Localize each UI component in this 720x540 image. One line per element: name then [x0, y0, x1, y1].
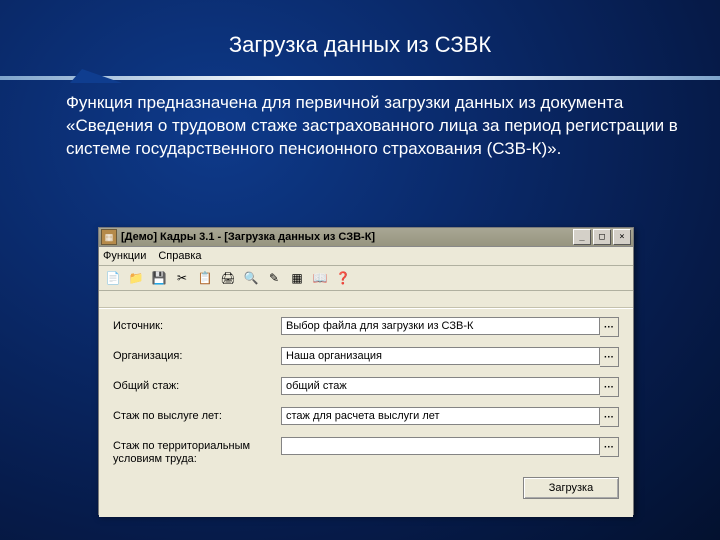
accent-wedge [70, 69, 122, 83]
browse-org-button[interactable]: ··· [600, 347, 619, 367]
menu-functions[interactable]: Функции [103, 250, 146, 262]
search-icon[interactable]: 🔍 [241, 268, 261, 288]
close-button[interactable]: × [613, 229, 631, 245]
grid-icon[interactable]: ▦ [287, 268, 307, 288]
field-row-org: Организация: ··· [113, 347, 619, 367]
input-territorial[interactable] [281, 437, 600, 455]
help-icon[interactable]: ❓ [333, 268, 353, 288]
menu-help[interactable]: Справка [158, 250, 201, 262]
toolbar: 📄 📁 💾 ✂ 📋 🖨 🔍 ✎ ▦ 📖 ❓ [99, 266, 633, 291]
window-title: [Демо] Кадры 3.1 - [Загрузка данных из С… [121, 231, 571, 243]
field-row-source: Источник: ··· [113, 317, 619, 337]
slide-title: Загрузка данных из СЗВК [0, 0, 720, 58]
titlebar: ▦ [Демо] Кадры 3.1 - [Загрузка данных из… [99, 228, 633, 247]
print-icon[interactable]: 🖨 [218, 268, 238, 288]
browse-total-button[interactable]: ··· [600, 377, 619, 397]
app-window: ▦ [Демо] Кадры 3.1 - [Загрузка данных из… [98, 227, 634, 515]
divider-top [99, 307, 633, 309]
input-source[interactable] [281, 317, 600, 335]
browse-territorial-button[interactable]: ··· [600, 437, 619, 457]
field-row-service: Стаж по выслуге лет: ··· [113, 407, 619, 427]
accent-bar [0, 76, 720, 80]
cut-icon[interactable]: ✂ [172, 268, 192, 288]
new-icon[interactable]: 📄 [103, 268, 123, 288]
slide-description: Функция предназначена для первичной загр… [0, 80, 720, 161]
field-row-total: Общий стаж: ··· [113, 377, 619, 397]
app-icon: ▦ [101, 229, 117, 245]
label-total: Общий стаж: [113, 377, 281, 393]
open-icon[interactable]: 📁 [126, 268, 146, 288]
paste-icon[interactable]: 📋 [195, 268, 215, 288]
minimize-button[interactable]: _ [573, 229, 591, 245]
label-territorial: Стаж по территориальным условиям труда: [113, 437, 281, 466]
input-total[interactable] [281, 377, 600, 395]
maximize-button[interactable]: □ [593, 229, 611, 245]
label-source: Источник: [113, 317, 281, 333]
save-icon[interactable]: 💾 [149, 268, 169, 288]
field-row-territorial: Стаж по территориальным условиям труда: … [113, 437, 619, 466]
browse-service-button[interactable]: ··· [600, 407, 619, 427]
menubar: Функции Справка [99, 247, 633, 266]
label-org: Организация: [113, 347, 281, 363]
load-button[interactable]: Загрузка [523, 477, 619, 499]
book-icon[interactable]: 📖 [310, 268, 330, 288]
input-service[interactable] [281, 407, 600, 425]
browse-source-button[interactable]: ··· [600, 317, 619, 337]
label-service: Стаж по выслуге лет: [113, 407, 281, 423]
form-body: Источник: ··· Организация: ··· Общий ста… [99, 291, 633, 517]
edit-icon[interactable]: ✎ [264, 268, 284, 288]
input-org[interactable] [281, 347, 600, 365]
